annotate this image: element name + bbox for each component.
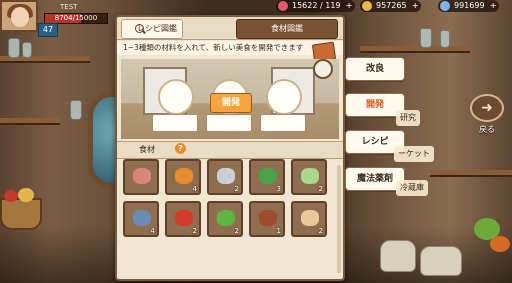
gold-coin-icon (362, 1, 372, 11)
search-icon (135, 24, 144, 33)
improve-button[interactable]: 改良 (345, 57, 405, 81)
ingredient-count: 2 (192, 227, 197, 235)
flour-sack (380, 240, 416, 272)
wall-shelf (0, 118, 60, 125)
sausage-icon (259, 210, 277, 226)
ingredient-slot-3[interactable] (266, 79, 302, 115)
onion (18, 188, 34, 202)
slot-label-1 (152, 114, 198, 132)
knife-fish-icon (217, 168, 235, 184)
ingredient-cell[interactable]: 1 (249, 201, 285, 237)
help-icon[interactable]: ? (175, 143, 186, 154)
ingredient-cell[interactable]: 2 (207, 201, 243, 237)
cabbage-icon (301, 168, 319, 184)
green-herb-icon (259, 168, 277, 184)
ingredient-count: 2 (318, 227, 323, 235)
add-stamina-icon[interactable]: + (346, 0, 353, 12)
red-meat-icon (175, 210, 193, 226)
ingredient-cell[interactable]: 2 (291, 159, 327, 195)
ingredient-cell[interactable] (123, 159, 159, 195)
panel-tabs: レシピ図鑑 食材図鑑 (117, 17, 343, 40)
ingredient-cell[interactable]: 2 (207, 159, 243, 195)
add-gold-icon[interactable]: + (412, 0, 419, 12)
ingredient-cell[interactable]: 2 (291, 201, 327, 237)
ingredient-count: 2 (318, 185, 323, 193)
gem-icon (440, 1, 450, 11)
fridge-tag[interactable]: 冷蔵庫 (396, 180, 428, 196)
ingredients-header: 食材 (117, 141, 343, 159)
exp-text: 8704/15000 (54, 14, 98, 22)
instruction-text: 1~3種類の材料を入れて、新しい美食を開発できます (117, 41, 343, 55)
market-tag[interactable]: ーケット (394, 146, 434, 162)
gem-counter[interactable]: 991699 + (438, 0, 499, 12)
back-arrow-icon: ➜ (470, 94, 504, 122)
ingredient-count: 4 (150, 227, 155, 235)
ingredient-count: 3 (276, 185, 281, 193)
jar (70, 100, 82, 120)
gold-counter[interactable]: 957265 + (360, 0, 421, 12)
jar (420, 28, 432, 48)
tab-recipe-book[interactable]: レシピ図鑑 (121, 19, 183, 39)
ingredient-cell[interactable]: 2 (165, 201, 201, 237)
slot-label-3 (260, 114, 306, 132)
recipe-development-panel: レシピ図鑑 食材図鑑 1~3種類の材料を入れて、新しい美食を開発できます 開発 … (115, 15, 345, 281)
jar (8, 38, 20, 58)
flour-sack (420, 246, 462, 276)
wall-shelf (360, 46, 470, 53)
player-name: TEST (60, 3, 78, 11)
ingredient-cell[interactable]: 4 (165, 159, 201, 195)
ingredient-count: 2 (234, 227, 239, 235)
blue-fish-icon (133, 210, 151, 226)
ingredient-count: 4 (192, 185, 197, 193)
back-button[interactable]: ➜ 戻る (470, 94, 504, 134)
pumpkin (490, 236, 510, 252)
ingredient-count: 1 (276, 227, 281, 235)
clock-icon (313, 59, 333, 79)
basket (0, 198, 42, 230)
ingredient-scrollbar[interactable] (337, 165, 341, 273)
mushroom-icon (301, 210, 319, 226)
ingredient-cell[interactable]: 3 (249, 159, 285, 195)
ingredient-cell[interactable]: 4 (123, 201, 159, 237)
tab-ingredient-book[interactable]: 食材図鑑 (236, 19, 338, 39)
ingredient-slot-1[interactable] (158, 79, 194, 115)
wall-shelf (430, 170, 512, 177)
slot-label-2 (206, 114, 252, 132)
add-gem-icon[interactable]: + (490, 0, 497, 12)
player-level: 47 (38, 23, 58, 37)
develop-button[interactable]: 開発 (210, 93, 252, 113)
green-pepper-icon (217, 210, 235, 226)
research-tag[interactable]: 研究 (396, 110, 420, 126)
fish-steak-icon (133, 168, 151, 184)
jar (22, 42, 32, 58)
stamina-heart-icon (278, 1, 288, 11)
player-avatar[interactable] (0, 0, 38, 32)
ingredient-count: 2 (234, 185, 239, 193)
stamina-counter[interactable]: 15622 / 119 + (276, 0, 355, 12)
carrot-bundle-icon (175, 168, 193, 184)
jar (440, 30, 450, 48)
tomato (4, 190, 18, 202)
